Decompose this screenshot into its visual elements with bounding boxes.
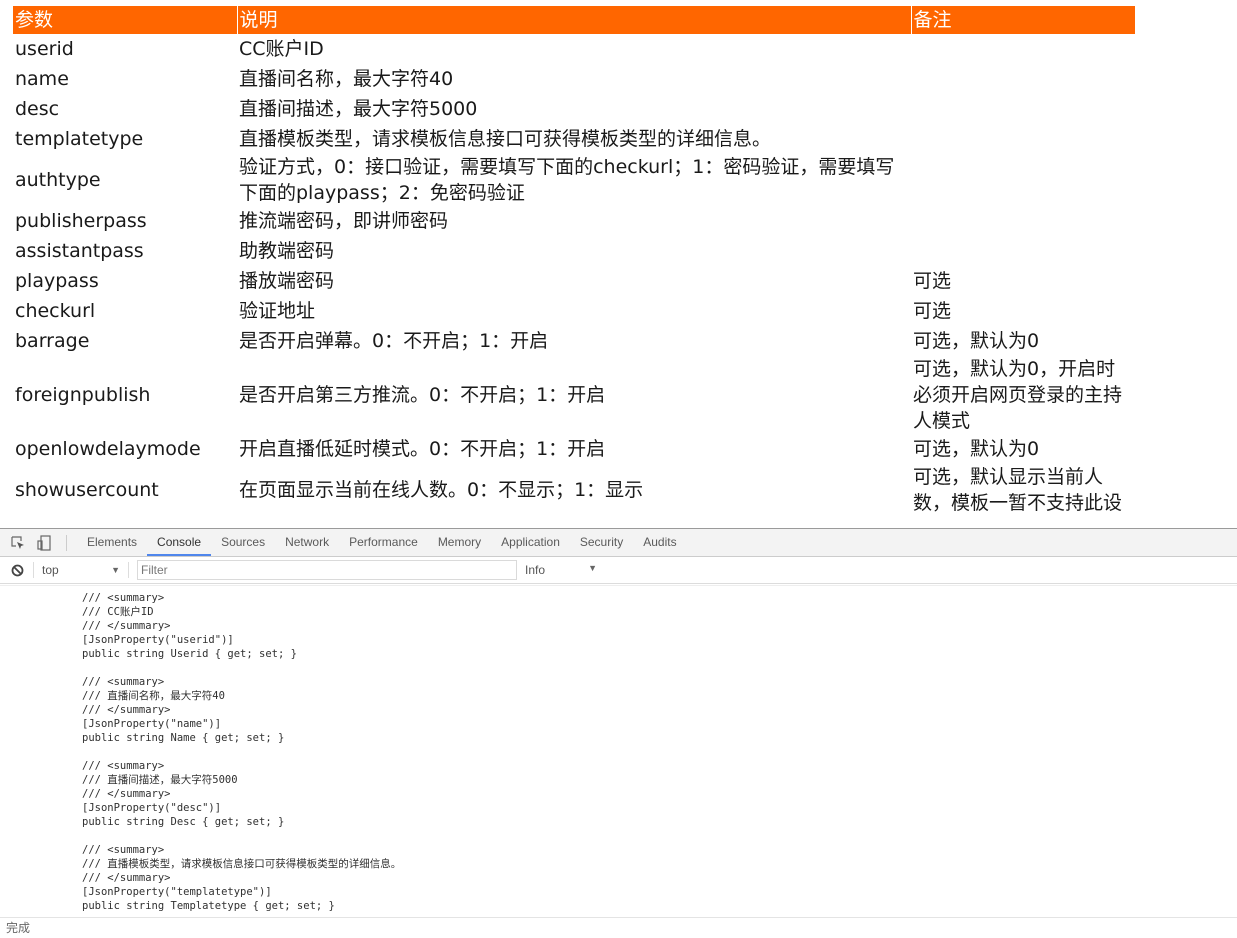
- param-cell: userid: [15, 38, 74, 60]
- description-cell: 直播间描述，最大字符5000: [239, 98, 478, 120]
- note-cell: 可选，默认显示当前人数，模板一暂不支持此设: [913, 466, 1123, 514]
- divider: [128, 562, 129, 578]
- tab-memory[interactable]: Memory: [428, 529, 491, 556]
- note-cell: [911, 124, 1135, 154]
- device-toolbar-icon[interactable]: [36, 534, 52, 551]
- note-cell: 可选: [913, 270, 952, 292]
- web-page: 参数 说明 备注 userid CC账户ID name 直播间名称，最大字符40 des…: [0, 0, 1237, 528]
- note-cell: [911, 64, 1135, 94]
- devtools-tabs: Elements Console Sources Network Performance…: [77, 529, 687, 556]
- note-cell: [911, 154, 1135, 206]
- param-cell: checkurl: [15, 300, 96, 322]
- table-row: checkurl 验证地址 可选: [13, 296, 1135, 326]
- param-cell: foreignpublish: [15, 384, 151, 406]
- note-cell: [911, 94, 1135, 124]
- note-cell: [911, 34, 1135, 64]
- description-cell: 在页面显示当前在线人数。0：不显示；1：显示: [239, 479, 644, 501]
- log-level-selector[interactable]: Info ▼: [525, 563, 597, 577]
- table-row: foreignpublish 是否开启第三方推流。0：不开启；1：开启 可选，默认为…: [13, 356, 1135, 434]
- param-cell: publisherpass: [15, 210, 147, 232]
- table-row: templatetype 直播模板类型，请求模板信息接口可获得模板类型的详细信息。: [13, 124, 1135, 154]
- table-row: desc 直播间描述，最大字符5000: [13, 94, 1135, 124]
- note-cell: [911, 206, 1135, 236]
- description-cell: 是否开启弹幕。0：不开启；1：开启: [239, 330, 549, 352]
- note-cell: [911, 236, 1135, 266]
- description-cell: 直播模板类型，请求模板信息接口可获得模板类型的详细信息。: [239, 128, 772, 150]
- description-cell: 播放端密码: [239, 270, 335, 292]
- param-cell: name: [15, 68, 69, 90]
- table-row: barrage 是否开启弹幕。0：不开启；1：开启 可选，默认为0: [13, 326, 1135, 356]
- dropdown-arrow-icon: ▼: [588, 563, 597, 573]
- param-cell: barrage: [15, 330, 90, 352]
- devtools-tabbar: Elements Console Sources Network Performance…: [0, 529, 1237, 557]
- header-description: 说明: [236, 6, 911, 34]
- table-row: authtype 验证方式，0：接口验证，需要填写下面的checkurl；1：密码…: [13, 154, 1135, 206]
- console-filterbar: top ▼ Info ▼: [0, 557, 1237, 584]
- tab-network[interactable]: Network: [275, 529, 339, 556]
- description-cell: 直播间名称，最大字符40: [239, 68, 454, 90]
- param-cell: openlowdelaymode: [15, 438, 201, 460]
- header-param: 参数: [13, 6, 237, 34]
- note-cell: 可选，默认为0: [913, 438, 1040, 460]
- table-row: showusercount 在页面显示当前在线人数。0：不显示；1：显示 可选，默认…: [13, 464, 1135, 516]
- param-cell: playpass: [15, 270, 99, 292]
- tab-performance[interactable]: Performance: [339, 529, 428, 556]
- tab-elements[interactable]: Elements: [77, 529, 147, 556]
- description-cell: 助教端密码: [239, 240, 335, 262]
- context-selector[interactable]: top ▼: [42, 563, 120, 577]
- header-note: 备注: [910, 6, 1135, 34]
- context-value: top: [42, 563, 59, 577]
- table-row: name 直播间名称，最大字符40: [13, 64, 1135, 94]
- note-cell: 可选，默认为0: [913, 330, 1040, 352]
- clear-console-icon[interactable]: [11, 563, 25, 577]
- status-text: 完成: [6, 921, 31, 935]
- param-cell: templatetype: [15, 128, 144, 150]
- status-bar: 完成: [0, 917, 1237, 937]
- table-header-row: 参数 说明 备注: [13, 6, 1135, 34]
- devtools-panel: Elements Console Sources Network Performance…: [0, 528, 1237, 918]
- tab-audits[interactable]: Audits: [633, 529, 686, 556]
- param-cell: authtype: [15, 169, 101, 191]
- description-cell: 是否开启第三方推流。0：不开启；1：开启: [239, 384, 606, 406]
- parameter-table: 参数 说明 备注 userid CC账户ID name 直播间名称，最大字符40 des…: [13, 6, 1135, 516]
- param-cell: assistantpass: [15, 240, 144, 262]
- description-cell: 推流端密码，即讲师密码: [239, 210, 449, 232]
- table-row: userid CC账户ID: [13, 34, 1135, 64]
- inspect-element-icon[interactable]: [10, 535, 26, 551]
- note-cell: 可选，默认为0，开启时必须开启网页登录的主持人模式: [913, 358, 1123, 432]
- note-cell: 可选: [913, 300, 952, 322]
- description-cell: 验证地址: [239, 300, 316, 322]
- console-message: /// <summary> /// CC账户ID /// </summary> …: [82, 592, 402, 912]
- description-cell: CC账户ID: [239, 38, 324, 60]
- tab-sources[interactable]: Sources: [211, 529, 275, 556]
- divider: [33, 562, 34, 578]
- toolbar-divider: [66, 534, 67, 551]
- description-cell: 验证方式，0：接口验证，需要填写下面的checkurl；1：密码验证，需要填写下…: [239, 156, 895, 204]
- table-row: playpass 播放端密码 可选: [13, 266, 1135, 296]
- tab-security[interactable]: Security: [570, 529, 633, 556]
- console-output: /// <summary> /// CC账户ID /// </summary> …: [0, 585, 1237, 918]
- param-cell: desc: [15, 98, 60, 120]
- table-row: assistantpass 助教端密码: [13, 236, 1135, 266]
- description-cell: 开启直播低延时模式。0：不开启；1：开启: [239, 438, 606, 460]
- tab-console[interactable]: Console: [147, 529, 212, 556]
- dropdown-arrow-icon: ▼: [111, 565, 120, 575]
- param-cell: showusercount: [15, 479, 159, 501]
- table-row: openlowdelaymode 开启直播低延时模式。0：不开启；1：开启 可选，默…: [13, 434, 1135, 464]
- table-row: publisherpass 推流端密码，即讲师密码: [13, 206, 1135, 236]
- log-level-value: Info: [525, 563, 546, 577]
- filter-input[interactable]: [137, 560, 517, 580]
- tab-application[interactable]: Application: [491, 529, 570, 556]
